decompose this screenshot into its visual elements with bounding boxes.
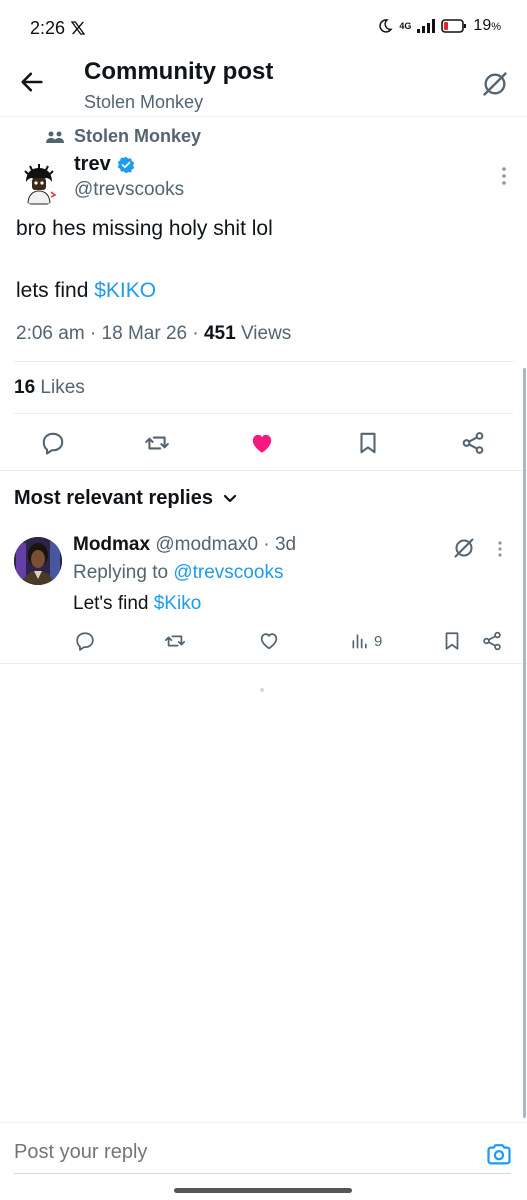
post-date: 18 Mar 26: [101, 323, 188, 344]
likes-count: 16: [14, 377, 36, 398]
loading-indicator: [260, 688, 264, 692]
share-icon: [462, 432, 484, 454]
views-icon: [352, 634, 367, 649]
status-icons: 4G 19%: [377, 17, 501, 35]
page-title: Community post: [84, 58, 274, 85]
divider: [0, 470, 527, 471]
reply-more-button[interactable]: [497, 540, 503, 558]
author-avatar[interactable]: [16, 160, 62, 206]
reply-header: Modmax @modmax0 · 3d: [73, 534, 297, 555]
author-handle[interactable]: @trevscooks: [74, 179, 184, 201]
reply-views-button[interactable]: 9: [350, 629, 382, 653]
reply-grok-button[interactable]: [452, 536, 476, 560]
repost-icon: [164, 635, 186, 647]
verified-badge-icon: [117, 156, 135, 174]
reply-author-handle[interactable]: @modmax0: [155, 534, 258, 555]
post-text-line: bro hes missing holy shit lol: [16, 217, 273, 240]
reply-like-button[interactable]: [258, 629, 280, 653]
composer-underline: [14, 1173, 511, 1174]
reply-age: 3d: [274, 534, 297, 555]
home-indicator[interactable]: [174, 1188, 352, 1193]
reply-repost-button[interactable]: [164, 629, 186, 653]
battery-level: 19%: [473, 17, 501, 34]
views-label: Views: [240, 323, 292, 344]
more-icon: [498, 541, 502, 557]
status-time: 2:26: [30, 18, 66, 38]
replying-label: Replying to: [73, 562, 174, 583]
bookmark-icon: [360, 432, 376, 454]
divider: [14, 413, 513, 414]
share-button[interactable]: [460, 430, 488, 458]
reply-reply-button[interactable]: [74, 629, 96, 653]
replying-handle-link[interactable]: @trevscooks: [173, 562, 283, 583]
reply-input[interactable]: [14, 1141, 454, 1164]
x-logo-icon: [70, 20, 86, 36]
likes-row[interactable]: 16 Likes: [14, 377, 85, 399]
reply-cashtag-link[interactable]: $Kiko: [154, 593, 202, 614]
replying-to: Replying to @trevscooks: [73, 562, 283, 584]
battery-icon: [441, 19, 467, 33]
reply-text: Let's find $Kiko: [73, 593, 201, 615]
grok-icon: [454, 538, 474, 558]
like-icon: [260, 633, 278, 650]
bookmark-button[interactable]: [355, 430, 383, 458]
camera-button[interactable]: [485, 1140, 513, 1168]
moon-icon: [377, 18, 393, 34]
bookmark-icon: [445, 632, 459, 650]
community-icon: [46, 130, 64, 144]
reply-avatar[interactable]: [14, 537, 62, 585]
reply-share-button[interactable]: [481, 629, 503, 653]
scrollbar[interactable]: [523, 368, 526, 1118]
share-icon: [483, 631, 501, 651]
signal-icon: [417, 19, 436, 33]
author-name[interactable]: trev: [74, 153, 135, 176]
back-arrow-icon: [21, 72, 43, 92]
network-label: 4G: [399, 21, 412, 31]
post-text: lets find: [16, 279, 95, 302]
reply-text-body: Let's find: [73, 593, 154, 614]
replies-sort-dropdown[interactable]: Most relevant replies: [14, 487, 237, 510]
author-name-text: trev: [74, 153, 111, 175]
post-text-line-2: lets find $KIKO: [16, 279, 156, 303]
reply-icon: [76, 632, 94, 651]
grok-button[interactable]: [481, 70, 509, 98]
reply-icon: [42, 432, 64, 455]
grok-icon: [483, 72, 507, 96]
page-subtitle: Stolen Monkey: [84, 92, 204, 112]
reply-bookmark-button[interactable]: [441, 629, 463, 653]
more-icon: [502, 167, 506, 185]
divider: [14, 361, 513, 362]
replies-heading: Most relevant replies: [14, 487, 213, 509]
views-count: 451: [203, 323, 236, 344]
reply-button[interactable]: [40, 430, 68, 458]
composer-divider: [0, 1122, 527, 1123]
back-button[interactable]: [18, 68, 50, 100]
cashtag-link[interactable]: $KIKO: [94, 279, 156, 302]
post-time: 2:06 am: [16, 323, 85, 344]
repost-icon: [145, 436, 169, 450]
likes-label: Likes: [40, 377, 85, 398]
post-more-button[interactable]: [501, 166, 507, 186]
reply-views-count: 9: [374, 632, 383, 650]
like-icon: [252, 434, 272, 453]
chevron-down-icon: [223, 494, 237, 504]
repost-button[interactable]: [144, 430, 172, 458]
post-metadata: 2:06 am · 18 Mar 26 · 451 Views: [16, 323, 292, 344]
camera-icon: [487, 1144, 511, 1165]
like-button[interactable]: [249, 430, 277, 458]
community-link[interactable]: Stolen Monkey: [74, 126, 201, 147]
header-divider: [0, 116, 527, 117]
divider: [0, 663, 527, 664]
reply-author-name[interactable]: Modmax: [73, 534, 150, 555]
